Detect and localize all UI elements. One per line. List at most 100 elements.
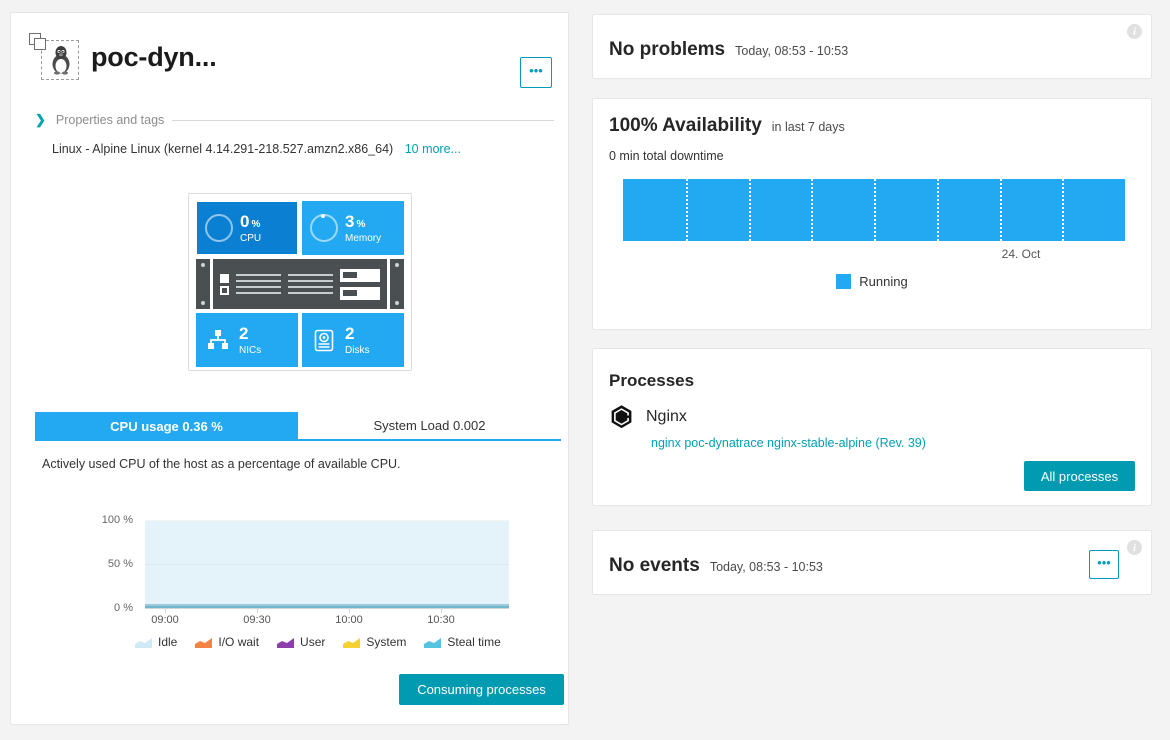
availability-day-divider — [1062, 179, 1065, 241]
rack-ear-right — [390, 259, 404, 309]
legend-item-user[interactable]: User — [277, 635, 325, 649]
legend-item-io-wait[interactable]: I/O wait — [195, 635, 259, 649]
availability-day-divider — [685, 179, 688, 241]
tile-nics-label: NICs — [239, 344, 262, 356]
metric-description: Actively used CPU of the host as a perce… — [42, 457, 401, 471]
divider — [172, 119, 554, 121]
properties-and-tags-row[interactable]: ❯ Properties and tags — [35, 112, 554, 128]
process-list-item[interactable]: Nginx — [609, 404, 687, 429]
availability-title: 100% Availability — [609, 115, 762, 136]
availability-day-divider — [999, 179, 1002, 241]
host-actions-button[interactable]: ••• — [520, 57, 552, 88]
availability-day-divider — [748, 179, 751, 241]
page-title: poc-dyn... — [91, 41, 217, 72]
processes-title: Processes — [609, 371, 695, 390]
tile-cpu[interactable]: 0 % CPU — [196, 201, 298, 255]
problems-card: No problems Today, 08:53 - 10:53 i — [592, 14, 1152, 79]
tile-nics[interactable]: 2 NICs — [196, 313, 298, 367]
x-tick-mark — [441, 608, 442, 613]
chart-legend: Idle I/O wait User System Steal time — [135, 635, 501, 649]
tile-row-bottom: 2 NICs 2 Disks — [196, 313, 404, 367]
availability-day-divider — [936, 179, 939, 241]
os-info-text: Linux - Alpine Linux (kernel 4.14.291-21… — [52, 142, 394, 156]
problems-timerange: Today, 08:53 - 10:53 — [735, 44, 849, 58]
tile-row-top: 0 % CPU 3 % Memory — [196, 201, 404, 255]
tile-cpu-label: CPU — [240, 232, 262, 244]
tile-memory[interactable]: 3 % Memory — [302, 201, 404, 255]
memory-gauge-ring — [310, 213, 338, 242]
tile-cpu-value-row: 0 % — [240, 213, 261, 230]
chart-x-axis — [145, 608, 509, 609]
all-processes-button[interactable]: All processes — [1024, 461, 1135, 491]
tab-cpu-usage[interactable]: CPU usage 0.36 % — [35, 412, 298, 441]
rack-slots-right — [288, 274, 333, 294]
tile-cpu-value: 0 — [240, 211, 250, 231]
process-name: Nginx — [646, 407, 687, 425]
legend-item-steal-time[interactable]: Steal time — [424, 635, 501, 649]
chart-gridline-50 — [145, 564, 509, 565]
x-tick-label: 09:30 — [243, 614, 271, 626]
y-tick-100: 100 % — [101, 514, 133, 526]
tile-disks[interactable]: 2 Disks — [302, 313, 404, 367]
legend-swatch-icon — [135, 638, 152, 648]
availability-header: 100% Availability in last 7 days — [609, 115, 845, 137]
rack-body — [213, 259, 387, 309]
rack-drive-bays — [340, 268, 380, 300]
rack-bay — [340, 268, 380, 282]
processes-card: Processes Nginx nginx poc-dynatrace ngin… — [592, 348, 1152, 506]
y-tick-50: 50 % — [107, 558, 133, 570]
info-icon[interactable]: i — [1127, 540, 1142, 555]
availability-card: 100% Availability in last 7 days 0 min t… — [592, 98, 1152, 330]
stack-icon — [29, 33, 46, 50]
availability-day-divider — [811, 179, 814, 241]
consuming-processes-button[interactable]: Consuming processes — [399, 674, 564, 705]
host-header: poc-dyn... — [27, 31, 217, 83]
y-tick-0: 0 % — [114, 602, 133, 614]
server-rack-graphic — [196, 259, 404, 309]
nginx-icon — [611, 405, 632, 429]
rack-bay — [340, 286, 380, 300]
host-detail-card: poc-dyn... ••• ❯ Properties and tags Lin… — [10, 12, 569, 725]
legend-swatch-icon — [195, 638, 213, 648]
legend-label: Steal time — [447, 635, 501, 649]
tile-memory-value: 3 — [345, 211, 355, 231]
process-instance-link[interactable]: nginx poc-dynatrace nginx-stable-alpine … — [651, 436, 926, 450]
chart-plot-area[interactable] — [145, 520, 509, 608]
legend-label: I/O wait — [218, 635, 260, 649]
os-more-link[interactable]: 10 more... — [405, 142, 461, 156]
events-card: No events Today, 08:53 - 10:53 ••• i — [592, 530, 1152, 595]
legend-item-idle[interactable]: Idle — [135, 635, 177, 649]
legend-swatch-icon — [424, 638, 442, 648]
problems-header: No problems Today, 08:53 - 10:53 — [609, 39, 848, 61]
legend-label: Idle — [158, 635, 178, 649]
events-actions-button[interactable]: ••• — [1089, 550, 1119, 579]
tab-system-load[interactable]: System Load 0.002 — [298, 412, 561, 441]
availability-day-divider — [874, 179, 876, 241]
tile-disks-label: Disks — [345, 344, 370, 356]
legend-label: System — [366, 635, 407, 649]
tile-memory-unit: % — [356, 218, 366, 230]
legend-swatch-icon — [343, 638, 361, 648]
x-tick-mark — [349, 608, 350, 613]
host-overview-page: poc-dyn... ••• ❯ Properties and tags Lin… — [0, 0, 1170, 740]
problems-title: No problems — [609, 39, 726, 60]
tile-memory-value-row: 3 % — [345, 213, 381, 230]
availability-bar[interactable] — [623, 179, 1125, 241]
x-tick-mark — [165, 608, 166, 613]
legend-item-system[interactable]: System — [343, 635, 406, 649]
tile-nics-value-row: 2 — [239, 325, 261, 342]
chevron-right-icon[interactable]: ❯ — [35, 112, 46, 128]
x-tick-mark — [257, 608, 258, 613]
tile-cpu-unit: % — [251, 218, 261, 230]
events-title: No events — [609, 555, 700, 576]
cpu-usage-chart: 100 % 50 % 0 % 09:00 09:30 10:00 10:30 I… — [35, 511, 564, 661]
info-icon[interactable]: i — [1127, 24, 1142, 39]
availability-legend: Running — [593, 274, 1151, 289]
tile-memory-label: Memory — [345, 232, 382, 244]
legend-swatch-running — [836, 274, 852, 289]
tux-penguin-icon — [52, 46, 70, 75]
network-icon — [204, 330, 232, 350]
metric-tabs: CPU usage 0.36 % System Load 0.002 — [35, 412, 564, 441]
host-resource-tiles: 0 % CPU 3 % Memory 2 NICs 2 Disks — [188, 193, 412, 371]
tile-cpu-text: 0 % CPU — [240, 213, 261, 244]
